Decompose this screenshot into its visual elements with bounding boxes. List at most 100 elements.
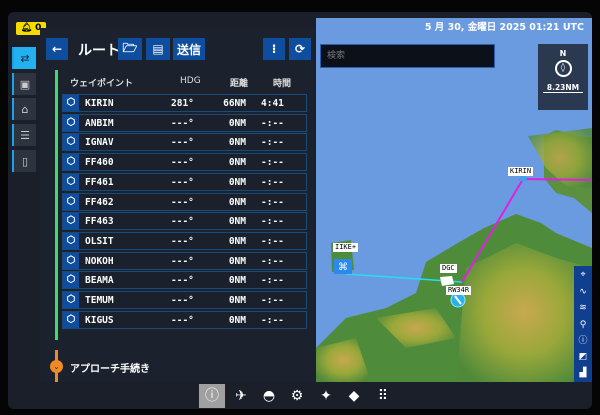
waypoint-hdg: ---° — [171, 137, 194, 149]
sidebar-item-weight[interactable]: ⌂ — [12, 98, 36, 120]
center-icon[interactable]: ⌖ — [576, 268, 590, 282]
waypoint-row[interactable]: ⬡ IGNAV ---° 0NM -:-- — [62, 133, 307, 152]
svg-text:⌘: ⌘ — [338, 262, 348, 273]
sidebar-item-route[interactable]: ⇄ — [12, 47, 36, 69]
waypoint-hdg: ---° — [171, 157, 194, 169]
folder-icon: 🗁 — [122, 40, 138, 55]
waypoint-hex-icon: ⬡ — [63, 272, 79, 289]
bell-icon: 🔔︎ — [20, 23, 33, 33]
nav-settings[interactable]: ⚙ — [284, 384, 310, 408]
waypoint-distance: 0NM — [228, 295, 246, 306]
waypoint-hex-icon: ⬡ — [63, 292, 79, 308]
pin-icon[interactable]: ⚲ — [576, 318, 590, 332]
waypoint-row[interactable]: ⬡ FF463 ---° 0NM -:-- — [62, 212, 307, 231]
clipboard-icon: ▣ — [19, 77, 31, 91]
waypoint-hdg: ---° — [171, 196, 194, 208]
route-progress-line — [55, 70, 58, 340]
waypoint-hdg: ---° — [171, 176, 194, 188]
waypoint-name: ANBIM — [85, 117, 114, 129]
panel-title: ルート — [78, 43, 120, 59]
sidebar-item-clipboard[interactable]: ▯ — [12, 150, 36, 172]
waypoint-hdg: ---° — [171, 117, 194, 129]
waypoint-name: FF463 — [85, 216, 114, 228]
waypoint-hdg: ---° — [171, 235, 194, 247]
waypoint-row[interactable]: ⬡ FF461 ---° 0NM -:-- — [62, 172, 307, 191]
waypoint-row[interactable]: ⬡ KIRIN 281° 66NM 4:41 — [62, 94, 307, 112]
info-icon[interactable]: ⓘ — [576, 334, 590, 348]
chart-icon: ◆ — [348, 388, 360, 404]
waypoint-row[interactable]: ⬡ FF462 ---° 0NM -:-- — [62, 192, 307, 211]
open-button[interactable]: 🗁 — [118, 38, 142, 60]
back-arrow-icon: ← — [51, 42, 63, 56]
nav-navigation[interactable]: ✦ — [313, 384, 339, 408]
waypoint-hex-icon: ⬡ — [63, 232, 79, 249]
route-overlay-icon[interactable]: ∿ — [576, 285, 590, 299]
waypoint-distance: 0NM — [228, 137, 246, 149]
info-icon: ⓘ — [205, 388, 219, 404]
waypoint-name: FF461 — [85, 176, 114, 188]
weight-icon: ⌂ — [21, 102, 29, 116]
airport-label-dgc: DGC — [440, 264, 457, 273]
waypoint-distance: 0NM — [228, 216, 246, 228]
bottom-nav: ⓘ ✈ ◓ ⚙ ✦ ◆ ⠿ — [8, 382, 592, 409]
waypoint-time: -:-- — [261, 117, 284, 129]
waypoint-distance: 66NM — [223, 98, 246, 109]
collapse-icon: ⁝ — [271, 42, 277, 56]
pilot-icon: ◓ — [262, 388, 276, 404]
nav-info[interactable]: ⓘ — [199, 384, 225, 408]
waypoint-row[interactable]: ⬡ FF460 ---° 0NM -:-- — [62, 153, 307, 172]
waypoint-name: KIRIN — [85, 98, 114, 109]
nav-pilot[interactable]: ◓ — [256, 384, 282, 408]
waypoint-time: -:-- — [261, 255, 284, 267]
waypoint-row[interactable]: ⬡ KIGUS ---° 0NM -:-- — [62, 310, 307, 329]
clipboard-blank-icon: ▯ — [21, 154, 29, 168]
waypoint-distance: 0NM — [228, 255, 246, 267]
layers-icon[interactable]: ≋ — [576, 301, 590, 315]
waypoint-hdg: ---° — [171, 275, 194, 287]
waypoint-time: -:-- — [261, 196, 284, 208]
back-button[interactable]: ← — [46, 38, 68, 60]
waypoint-row[interactable]: ⬡ NOKOH ---° 0NM -:-- — [62, 251, 307, 270]
expand-approach-icon[interactable]: ⌄ — [50, 360, 63, 373]
waypoint-hex-icon: ⬡ — [63, 173, 79, 190]
map-view[interactable]: ⌘ 5 月 30, 金曜日 2025 01:21 UTC N ◊ 8.23NM … — [316, 18, 592, 382]
sidebar-item-checklist[interactable]: ▣ — [12, 73, 36, 95]
star-icon: ✦ — [320, 388, 332, 404]
refresh-button[interactable]: ⟳ — [289, 38, 311, 60]
waypoint-name: NOKOH — [85, 255, 114, 267]
route-icon: ⇄ — [20, 51, 30, 65]
compass-icon: ◊ — [554, 60, 572, 77]
save-button[interactable]: ▤ — [146, 38, 170, 60]
waypoint-distance: 0NM — [228, 196, 246, 208]
waypoint-hdg: ---° — [171, 255, 194, 267]
collapse-button[interactable]: ⁝ — [263, 38, 285, 60]
waypoint-row[interactable]: ⬡ BEAMA ---° 0NM -:-- — [62, 271, 307, 290]
waypoint-name: OLSIT — [85, 235, 114, 247]
map-tools: ⌖ ∿ ≋ ⚲ ⓘ ◩ ▟ — [574, 266, 592, 382]
waypoint-time: 4:41 — [261, 98, 284, 109]
sidebar-item-notes[interactable]: ☰ — [12, 124, 36, 146]
waypoint-time: -:-- — [261, 157, 284, 169]
waypoint-hdg: 281° — [171, 98, 194, 109]
waypoint-hex-icon: ⬡ — [63, 114, 79, 131]
waypoint-time: -:-- — [261, 295, 284, 306]
document-icon: ☰ — [20, 128, 30, 142]
waypoint-row[interactable]: ⬡ OLSIT ---° 0NM -:-- — [62, 231, 307, 250]
waypoint-row[interactable]: ⬡ TEMUM ---° 0NM -:-- — [62, 291, 307, 309]
nav-apps[interactable]: ⠿ — [370, 384, 396, 408]
waypoint-row[interactable]: ⬡ ANBIM ---° 0NM -:-- — [62, 113, 307, 132]
compass-widget[interactable]: N ◊ 8.23NM — [538, 44, 588, 110]
map-scale: 8.23NM — [543, 83, 583, 93]
route-panel: ← ルート 🗁 ▤ 送信 ⁝ ⟳ ウェイポイント HDG 距離 時間 ⬡ KIR… — [40, 28, 315, 388]
waypoint-hdg: ---° — [171, 216, 194, 228]
send-button[interactable]: 送信 — [173, 38, 205, 60]
refresh-icon: ⟳ — [294, 42, 306, 56]
split-icon[interactable]: ▟ — [576, 366, 590, 380]
nav-charts[interactable]: ◆ — [341, 384, 367, 408]
search-input[interactable] — [320, 44, 495, 68]
approach-heading: アプローチ手続き — [70, 364, 150, 375]
nav-aircraft[interactable]: ✈ — [228, 384, 254, 408]
expand-icon[interactable]: ◩ — [576, 350, 590, 364]
waypoint-name: TEMUM — [85, 295, 114, 306]
efb-device: 🔔︎ 0 ⇄ ▣ ⌂ ☰ ▯ ← ルート 🗁 ▤ 送信 ⁝ ⟳ ウェイポイント … — [8, 12, 592, 409]
